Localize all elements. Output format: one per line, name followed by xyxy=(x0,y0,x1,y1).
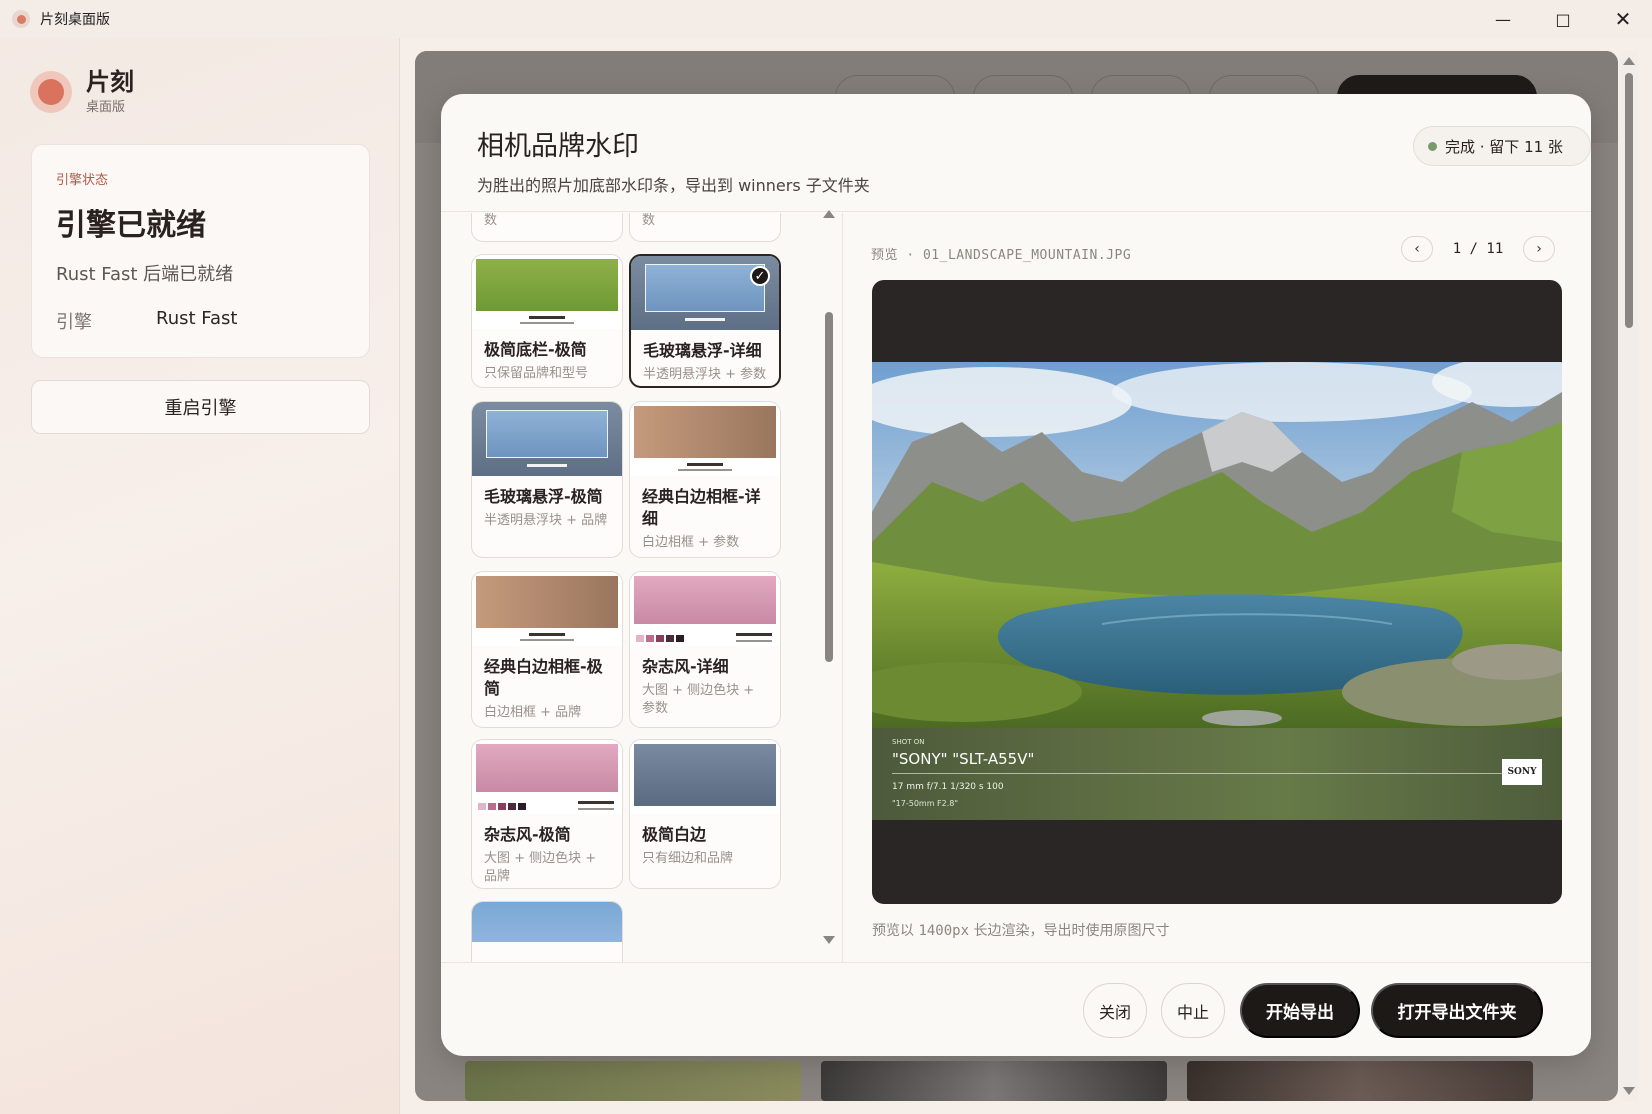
start-export-button[interactable]: 开始导出 xyxy=(1240,983,1360,1038)
prev-page-button[interactable]: ‹ xyxy=(1401,236,1433,262)
panel-divider xyxy=(842,213,843,963)
modal-title: 相机品牌水印 xyxy=(477,131,639,162)
watermark-camera: "SONY" "SLT-A55V" xyxy=(892,750,1035,768)
stop-button[interactable]: 中止 xyxy=(1161,983,1225,1038)
template-thumbnail xyxy=(472,255,622,329)
template-name: 杂志风-极简 xyxy=(484,825,571,844)
brand-logo-icon xyxy=(30,70,72,113)
restart-engine-button[interactable]: 重启引擎 xyxy=(31,380,370,434)
template-desc: 大图 + 侧边色块 + 品牌 xyxy=(484,851,597,884)
template-card[interactable]: 毛玻璃悬浮-极简 半透明悬浮块 + 品牌 xyxy=(471,401,623,558)
watermark-divider xyxy=(892,773,1512,774)
background-thumbnail xyxy=(1187,1061,1533,1101)
scroll-down-icon[interactable] xyxy=(823,936,835,944)
template-name: 经典白边相框-极简 xyxy=(484,657,603,698)
template-card-selected[interactable]: ✓ 毛玻璃悬浮-详细 半透明悬浮块 + 参数 xyxy=(629,254,781,388)
preview-note: 预览以 1400px 长边渲染，导出时使用原图尺寸 xyxy=(872,920,1169,940)
engine-value: Rust Fast xyxy=(156,308,238,329)
template-card[interactable]: 极简白边 只有细边和品牌 xyxy=(629,739,781,889)
template-list: 数 数 极简底栏-极简 只保留品牌和型号 ✓ 毛玻璃悬浮-详细 半透明悬浮块 +… xyxy=(441,213,841,963)
engine-row: 引擎 Rust Fast xyxy=(56,308,345,334)
template-card-partial[interactable] xyxy=(471,901,623,963)
template-thumbnail xyxy=(630,572,780,646)
template-desc: 数 xyxy=(642,213,656,228)
watermark-shot-label: SHOT ON xyxy=(892,738,925,746)
modal-header: 相机品牌水印 为胜出的照片加底部水印条，导出到 winners 子文件夹 完成 … xyxy=(441,94,1591,212)
watermark-specs: 17 mm f/7.1 1/320 s 100 xyxy=(892,782,1004,792)
status-desc: Rust Fast 后端已就绪 xyxy=(56,264,234,285)
template-name: 杂志风-详细 xyxy=(642,657,729,676)
modal-subtitle: 为胜出的照片加底部水印条，导出到 winners 子文件夹 xyxy=(477,176,870,195)
template-list-scrollbar[interactable] xyxy=(822,210,836,956)
scroll-thumb[interactable] xyxy=(1625,73,1633,328)
template-name: 毛玻璃悬浮-详细 xyxy=(643,341,762,360)
engine-key: 引擎 xyxy=(56,312,92,333)
template-desc: 数 xyxy=(484,213,498,228)
engine-status-card: 引擎状态 引擎已就绪 Rust Fast 后端已就绪 引擎 Rust Fast xyxy=(31,144,370,358)
template-desc: 白边相框 + 品牌 xyxy=(484,705,582,720)
template-desc: 白边相框 + 参数 xyxy=(642,535,740,550)
template-name: 经典白边相框-详细 xyxy=(642,487,761,528)
scroll-down-icon[interactable] xyxy=(1623,1087,1635,1095)
template-card-partial[interactable]: 数 xyxy=(629,213,781,242)
template-desc: 大图 + 侧边色块 + 参数 xyxy=(642,683,755,716)
preview-pager: ‹ 1 / 11 › xyxy=(1401,236,1555,262)
brand: 片刻 桌面版 xyxy=(30,68,134,115)
page-indicator: 1 / 11 xyxy=(1452,241,1504,257)
page-scrollbar[interactable] xyxy=(1620,51,1638,1101)
preview-note-pre: 预览以 xyxy=(872,923,919,939)
close-window-icon[interactable]: ✕ xyxy=(1594,0,1652,38)
brand-sub: 桌面版 xyxy=(86,100,126,115)
preview-note-post: 长边渲染，导出时使用原图尺寸 xyxy=(969,923,1170,939)
preview-canvas: SHOT ON "SONY" "SLT-A55V" 17 mm f/7.1 1/… xyxy=(872,280,1562,904)
template-desc: 只保留品牌和型号 xyxy=(484,366,589,381)
watermark-bar: SHOT ON "SONY" "SLT-A55V" 17 mm f/7.1 1/… xyxy=(872,728,1562,820)
close-button[interactable]: 关闭 xyxy=(1083,983,1147,1038)
template-thumbnail xyxy=(630,402,780,476)
next-page-button[interactable]: › xyxy=(1523,236,1555,262)
status-badge: 完成 · 留下 11 张 xyxy=(1413,126,1591,166)
template-card-partial[interactable]: 数 xyxy=(471,213,623,242)
template-card[interactable]: 经典白边相框-极简 白边相框 + 品牌 xyxy=(471,571,623,728)
template-card[interactable]: 经典白边相框-详细 白边相框 + 参数 xyxy=(629,401,781,558)
preview-label: 预览 · 01_LANDSCAPE_MOUNTAIN.JPG xyxy=(871,248,1132,263)
watermark-lens: "17-50mm F2.8" xyxy=(892,799,959,808)
template-thumbnail xyxy=(472,740,622,814)
app-icon xyxy=(12,10,30,28)
maximize-icon[interactable]: □ xyxy=(1534,0,1592,38)
preview-photo xyxy=(872,362,1562,728)
window-title: 片刻桌面版 xyxy=(40,12,110,28)
background-thumbnail xyxy=(821,1061,1167,1101)
status-badge-text: 完成 · 留下 11 张 xyxy=(1445,137,1563,156)
scroll-up-icon[interactable] xyxy=(823,210,835,218)
template-card[interactable]: 杂志风-极简 大图 + 侧边色块 + 品牌 xyxy=(471,739,623,889)
template-card[interactable]: 极简底栏-极简 只保留品牌和型号 xyxy=(471,254,623,388)
status-dot-icon xyxy=(1428,141,1437,151)
title-bar: 片刻桌面版 — □ ✕ xyxy=(0,0,1652,38)
template-thumbnail xyxy=(630,740,780,814)
template-name: 极简底栏-极简 xyxy=(484,340,587,359)
template-thumbnail xyxy=(472,572,622,646)
template-thumbnail xyxy=(472,402,622,476)
template-name: 极简白边 xyxy=(642,825,707,844)
minimize-icon[interactable]: — xyxy=(1474,0,1532,38)
checkmark-icon: ✓ xyxy=(750,266,770,286)
scroll-up-icon[interactable] xyxy=(1623,57,1635,65)
template-desc: 半透明悬浮块 + 品牌 xyxy=(484,513,608,528)
open-export-folder-button[interactable]: 打开导出文件夹 xyxy=(1371,983,1543,1038)
background-thumbnail xyxy=(465,1061,801,1101)
scroll-thumb[interactable] xyxy=(825,312,833,662)
watermark-brand-logo: SONY xyxy=(1502,759,1542,785)
status-title: 引擎已就绪 xyxy=(56,208,206,243)
watermark-modal: 相机品牌水印 为胜出的照片加底部水印条，导出到 winners 子文件夹 完成 … xyxy=(441,94,1591,1056)
template-name: 毛玻璃悬浮-极简 xyxy=(484,487,603,506)
template-card[interactable]: 杂志风-详细 大图 + 侧边色块 + 参数 xyxy=(629,571,781,728)
brand-name: 片刻 xyxy=(86,68,134,96)
template-desc: 半透明悬浮块 + 参数 xyxy=(643,367,767,382)
sidebar: 片刻 桌面版 引擎状态 引擎已就绪 Rust Fast 后端已就绪 引擎 Rus… xyxy=(0,38,400,1114)
preview-note-size: 1400px xyxy=(918,923,970,939)
template-desc: 只有细边和品牌 xyxy=(642,851,734,866)
status-label: 引擎状态 xyxy=(56,173,109,188)
